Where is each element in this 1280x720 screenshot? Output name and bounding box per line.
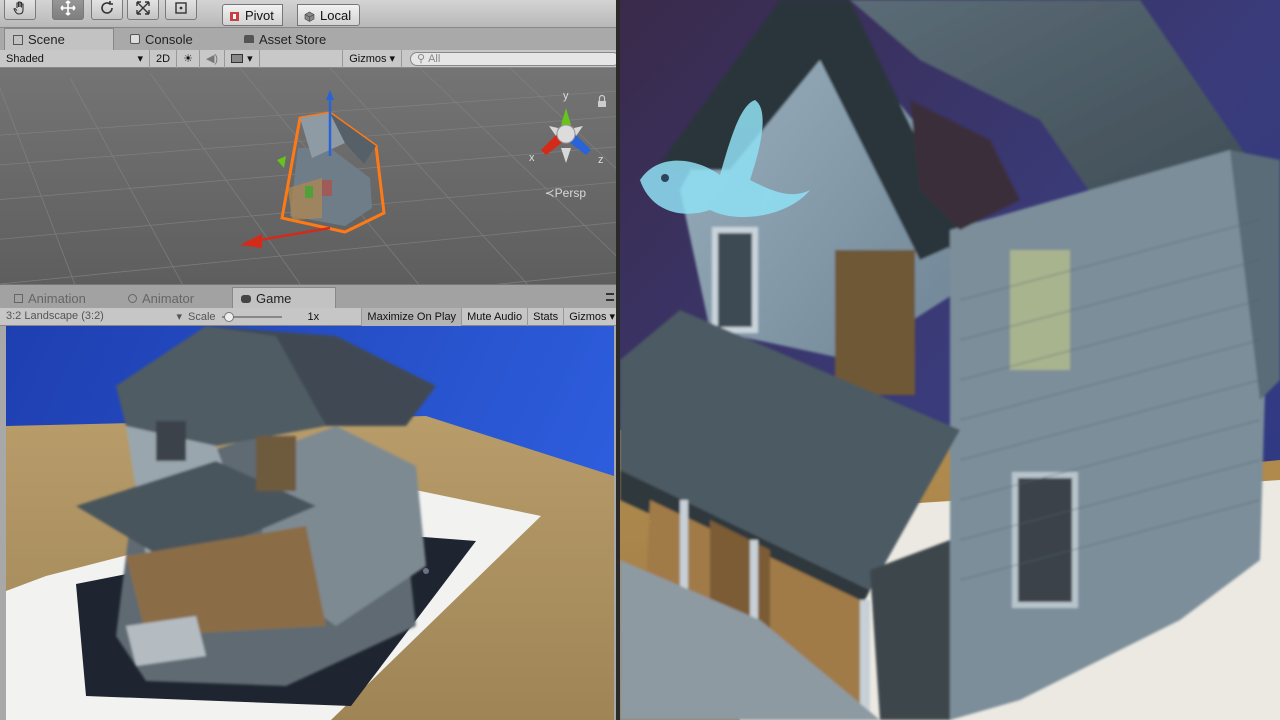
- scene-gizmos-label: Gizmos: [349, 52, 387, 65]
- scene-tab-bar: Scene Console Asset Store: [0, 28, 620, 50]
- rect-transform-icon: [175, 2, 187, 14]
- hand-tool-button[interactable]: [4, 0, 36, 20]
- audio-toggle[interactable]: ◀): [200, 49, 226, 68]
- rect-tool-button[interactable]: [165, 0, 197, 20]
- scene-view[interactable]: y x z ≺Persp: [0, 68, 620, 284]
- move-tool-button[interactable]: [52, 0, 84, 20]
- tab-animator-label: Animator: [142, 290, 195, 306]
- unity-editor: Pivot Local Scene Console Asset Store Sh…: [0, 0, 620, 720]
- game-controller-icon: [241, 294, 251, 303]
- ar-camera-view: [620, 0, 1280, 720]
- 2d-label: 2D: [156, 52, 171, 65]
- game-render: [6, 326, 614, 720]
- scene-search-input[interactable]: ⚲ All: [410, 51, 620, 66]
- mute-audio-toggle[interactable]: Mute Audio: [461, 307, 527, 326]
- shading-mode-value: Shaded: [6, 52, 44, 65]
- speaker-icon: ◀): [205, 53, 219, 65]
- effects-dropdown[interactable]: ▾: [225, 49, 260, 68]
- aspect-value: 3:2 Landscape (3:2): [6, 310, 104, 322]
- tab-animator[interactable]: Animator: [120, 287, 202, 309]
- scale-tool-button[interactable]: [127, 0, 159, 20]
- tab-game-label: Game: [256, 291, 292, 306]
- game-tab-bar: Animation Animator Game: [0, 284, 620, 309]
- tab-console-label: Console: [145, 31, 193, 47]
- console-icon: [130, 34, 140, 44]
- image-effects-icon: [231, 54, 244, 63]
- scale-slider-thumb[interactable]: [223, 311, 234, 322]
- hand-icon: [13, 1, 24, 15]
- projection-label[interactable]: ≺Persp: [545, 186, 586, 200]
- pivot-label: Pivot: [245, 7, 274, 23]
- scale-icon: [136, 1, 150, 15]
- search-placeholder: All: [428, 52, 441, 65]
- ar-house-render: [620, 0, 1280, 720]
- mute-label: Mute Audio: [467, 310, 523, 323]
- persp-arrow-icon: ≺: [544, 186, 555, 200]
- tab-scene-label: Scene: [28, 32, 65, 47]
- tab-scene[interactable]: Scene: [4, 28, 114, 50]
- rotate-tool-button[interactable]: [91, 0, 123, 20]
- game-view[interactable]: [6, 326, 614, 720]
- tab-asset-store[interactable]: Asset Store: [236, 28, 334, 50]
- local-label: Local: [320, 7, 352, 23]
- axis-z-label: z: [598, 154, 604, 166]
- tab-animation[interactable]: Animation: [6, 287, 94, 309]
- game-gizmos-dropdown[interactable]: Gizmos ▾: [563, 307, 620, 326]
- axis-y-label: y: [563, 90, 569, 102]
- sun-icon: ☀: [183, 53, 193, 65]
- tab-asset-store-label: Asset Store: [259, 31, 327, 47]
- maximize-label: Maximize On Play: [367, 310, 457, 323]
- local-cube-icon: [304, 10, 315, 22]
- shading-mode-dropdown[interactable]: Shaded ▾: [0, 49, 150, 68]
- game-gizmos-label: Gizmos: [569, 310, 607, 323]
- move-icon: [60, 0, 76, 16]
- pivot-toggle[interactable]: Pivot: [222, 4, 283, 26]
- scene-grid: [0, 68, 620, 284]
- 2d-toggle[interactable]: 2D: [150, 49, 178, 68]
- scene-grid-icon: [13, 34, 23, 45]
- tab-console[interactable]: Console: [122, 28, 201, 50]
- scale-label: Scale: [188, 310, 216, 323]
- game-house-model: [76, 326, 436, 686]
- animator-icon: [128, 293, 137, 303]
- lighting-toggle[interactable]: ☀: [177, 49, 200, 68]
- pivot-icon: [229, 10, 240, 21]
- maximize-on-play-toggle[interactable]: Maximize On Play: [361, 307, 462, 326]
- rotate-icon: [101, 1, 113, 14]
- scale-value: 1x: [307, 310, 320, 323]
- axis-x-label: x: [529, 152, 535, 164]
- game-toolbar: 3:2 Landscape (3:2) ▾ Scale 1x Maximize …: [0, 307, 620, 326]
- scale-slider[interactable]: [221, 311, 282, 322]
- main-toolbar: Pivot Local: [0, 0, 620, 28]
- stats-toggle[interactable]: Stats: [527, 307, 563, 326]
- tab-game[interactable]: Game: [232, 287, 336, 309]
- aspect-dropdown[interactable]: 3:2 Landscape (3:2) ▾: [0, 310, 188, 323]
- dropdown-arrow-icon: ▾: [609, 311, 615, 323]
- asset-store-icon: [244, 35, 254, 43]
- tab-animation-label: Animation: [28, 290, 86, 306]
- stats-label: Stats: [533, 310, 559, 323]
- dropdown-arrow-icon: ▾: [176, 311, 182, 323]
- search-icon: ⚲: [417, 53, 426, 65]
- dropdown-arrow-icon: ▾: [137, 53, 143, 65]
- dropdown-arrow-icon: ▾: [389, 53, 395, 65]
- scene-gizmos-dropdown[interactable]: Gizmos ▾: [342, 49, 402, 68]
- persp-text: Persp: [554, 186, 586, 200]
- local-toggle[interactable]: Local: [297, 4, 361, 26]
- animation-icon: [14, 293, 23, 303]
- panel-options-icon[interactable]: [606, 293, 614, 301]
- scene-toolbar: Shaded ▾ 2D ☀ ◀) ▾ Gizmos ▾ ⚲ All: [0, 49, 620, 68]
- dropdown-arrow-icon: ▾: [247, 53, 253, 65]
